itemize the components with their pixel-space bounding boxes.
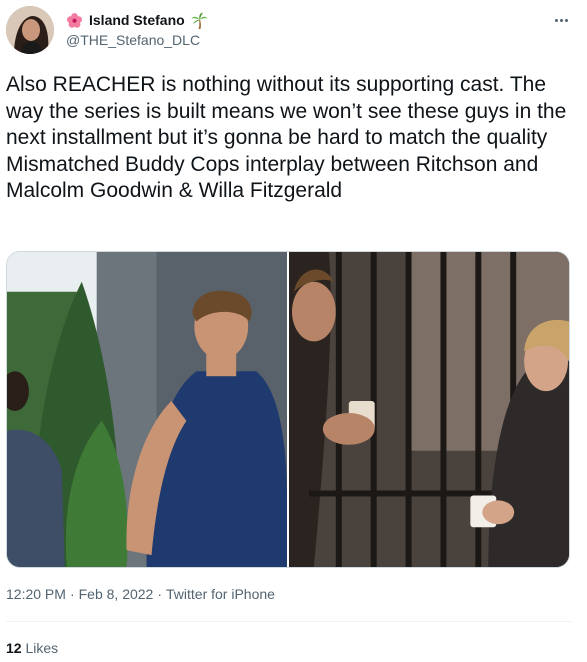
tweet-time[interactable]: 12:20 PM	[6, 586, 66, 602]
likes-count: 12	[6, 640, 22, 656]
tweet-text: Also REACHER is nothing without its supp…	[6, 73, 573, 202]
tweet-metadata: 12:20 PM · Feb 8, 2022 · Twitter for iPh…	[6, 586, 275, 602]
dot	[564, 18, 568, 22]
likes-label: Likes	[25, 640, 59, 656]
author-avatar[interactable]	[6, 6, 54, 54]
separator: ·	[69, 586, 75, 602]
hibiscus-icon	[66, 12, 83, 29]
media-grid	[6, 251, 570, 568]
author-name-row[interactable]: Island Stefano	[66, 10, 208, 30]
more-options-icon[interactable]	[549, 10, 573, 30]
author-display-name[interactable]: Island Stefano	[89, 12, 185, 28]
author-handle[interactable]: @THE_Stefano_DLC	[66, 32, 200, 48]
photo-1[interactable]	[7, 252, 287, 567]
palm-tree-icon	[191, 12, 208, 29]
tweet-source[interactable]: Twitter for iPhone	[166, 586, 275, 602]
dot	[554, 18, 558, 22]
photo-2[interactable]	[289, 252, 569, 567]
likes-stat[interactable]: 12 Likes	[6, 640, 58, 656]
separator: ·	[157, 586, 163, 602]
dot	[559, 18, 563, 22]
tweet-card: Island Stefano @THE_Stefano_DLC Also REA…	[0, 0, 587, 662]
tweet-date[interactable]: Feb 8, 2022	[79, 586, 154, 602]
divider	[6, 621, 572, 622]
